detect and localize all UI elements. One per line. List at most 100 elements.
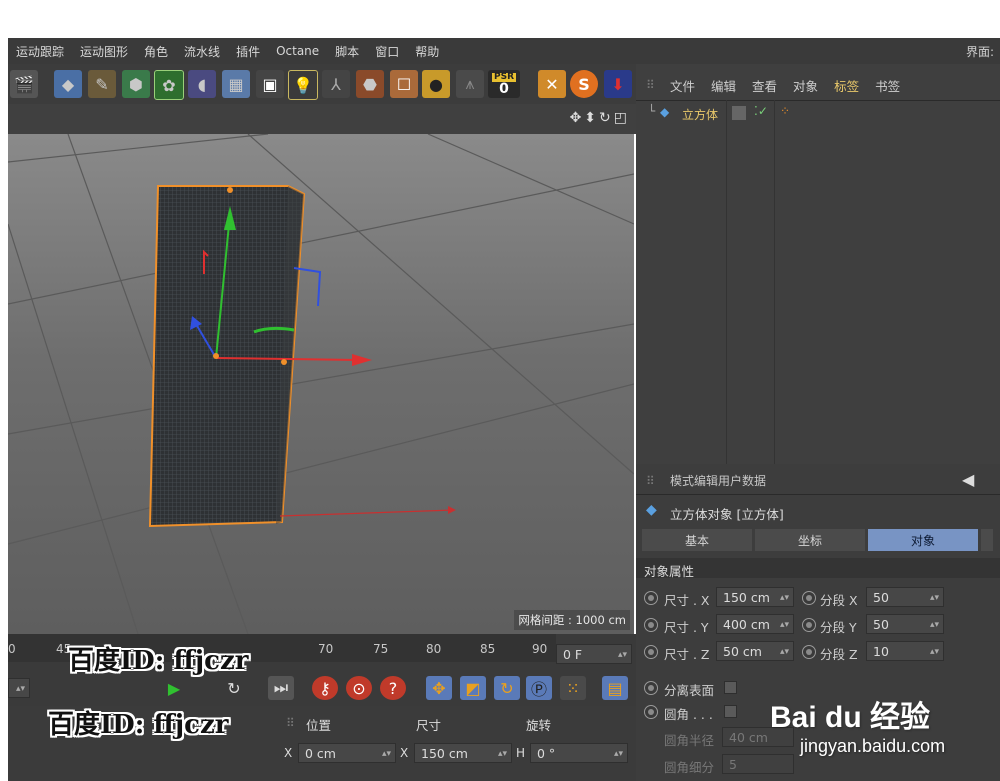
menu-help[interactable]: 帮助 (415, 43, 439, 60)
record-icon[interactable]: ⚷ (312, 676, 338, 700)
point-level-icon[interactable]: ⁙ (560, 676, 586, 700)
floor-grid (8, 134, 634, 634)
clapper-icon[interactable]: 🎬 (10, 70, 38, 98)
size-x-field[interactable]: 150 cm ▴▾ (716, 587, 794, 607)
deformer-icon[interactable]: ◖ (188, 70, 216, 98)
segments-z-field[interactable]: 10 ▴▾ (866, 641, 944, 661)
tab-basic[interactable]: 基本 (642, 529, 752, 551)
animate-radio[interactable] (802, 618, 816, 632)
material-tag-icon[interactable]: ⁘ (780, 104, 790, 118)
grip-icon[interactable]: ⠿ (646, 78, 655, 92)
menu-plugins[interactable]: 插件 (236, 43, 260, 60)
export-icon[interactable]: ⬇ (604, 70, 632, 98)
menu-user-data[interactable]: 用户数据 (718, 472, 766, 489)
menu-edit[interactable]: 编辑 (711, 76, 736, 95)
menu-pipeline[interactable]: 流水线 (184, 43, 220, 60)
floor-icon[interactable]: ▦ (222, 70, 250, 98)
timeline-tick: 70 (318, 642, 334, 656)
separate-surfaces-checkbox[interactable] (724, 681, 737, 694)
fillet-subdivision-field[interactable]: 5 (722, 754, 794, 774)
size-y-field[interactable]: 400 cm ▴▾ (716, 614, 794, 634)
scale-key-icon[interactable]: ◩ (460, 676, 486, 700)
animate-radio[interactable] (644, 618, 658, 632)
tab-more[interactable] (981, 529, 993, 551)
menu-file[interactable]: 文件 (670, 76, 695, 95)
joint-icon[interactable]: ⅄ (322, 70, 350, 98)
loop-icon[interactable]: ↻ (222, 676, 246, 700)
menu-window[interactable]: 窗口 (375, 43, 399, 60)
attributes-title: 立方体对象 [立方体] (670, 507, 784, 522)
size-x-coord-field[interactable]: 150 cm ▴▾ (414, 743, 512, 763)
play-icon[interactable]: ▶ (162, 676, 186, 700)
move-key-icon[interactable]: ✥ (426, 676, 452, 700)
tab-coord[interactable]: 坐标 (755, 529, 865, 551)
fillet-checkbox[interactable] (724, 705, 737, 718)
menu-edit-attr[interactable]: 编辑 (694, 472, 718, 489)
layer-icon[interactable] (732, 106, 746, 120)
menu-bookmarks[interactable]: 书签 (875, 76, 900, 95)
tree-branch-icon: └ (648, 104, 656, 118)
film-icon[interactable]: ▤ (602, 676, 628, 700)
camera-icon[interactable]: ▣ (256, 70, 284, 98)
segments-x-label: 分段 X (820, 593, 858, 608)
divider (636, 100, 1000, 101)
baidu-id-watermark: 百度ID: ffjczr (68, 646, 249, 676)
object-name[interactable]: 立方体 (682, 106, 718, 123)
3d-viewport[interactable]: 网格间距 : 1000 cm (8, 134, 634, 634)
cube-object-icon: ◆ (660, 105, 670, 119)
psr-counter[interactable]: PSR 0 (488, 70, 520, 98)
s-plugin-icon[interactable]: S (570, 70, 598, 98)
menu-mode[interactable]: 模式 (670, 472, 694, 489)
menu-octane[interactable]: Octane (276, 44, 319, 58)
animate-radio[interactable] (644, 645, 658, 659)
back-arrow-icon[interactable]: ◀ (962, 470, 974, 489)
menu-view[interactable]: 查看 (752, 76, 777, 95)
subdivision-icon[interactable]: ⬢ (122, 70, 150, 98)
render-icon[interactable]: ⬣ (356, 70, 384, 98)
rotation-h-field[interactable]: 0 ° ▴▾ (530, 743, 628, 763)
fillet-subdivision-label: 圆角细分 (664, 760, 715, 775)
layout-label[interactable]: 界面: (966, 43, 994, 60)
animate-radio[interactable] (802, 591, 816, 605)
animate-radio[interactable] (644, 681, 658, 695)
picture-viewer-icon[interactable]: ☐ (390, 70, 418, 98)
cloner-icon[interactable]: ✿ (154, 70, 184, 100)
xyz-coords-icon[interactable]: ● (422, 70, 450, 98)
menu-mograph[interactable]: 运动图形 (80, 43, 128, 60)
attributes-menu: 模式 编辑 用户数据 (670, 472, 766, 489)
column-divider (774, 100, 775, 464)
keyframe-help-icon[interactable]: ? (380, 676, 406, 700)
current-frame-field[interactable]: 0 F ▴▾ (556, 644, 632, 664)
animate-radio[interactable] (644, 591, 658, 605)
grip-icon[interactable]: ⠿ (646, 474, 655, 488)
grip-icon[interactable]: ⠿ (286, 716, 295, 730)
animate-radio[interactable] (644, 705, 658, 719)
menu-motion-tracking[interactable]: 运动跟踪 (16, 43, 64, 60)
grid-spacing-label: 网格间距 : 1000 cm (514, 610, 630, 630)
cube-icon[interactable]: ◆ (54, 70, 82, 98)
character-pose-icon[interactable]: ⩚ (456, 70, 484, 98)
position-x-field[interactable]: 0 cm ▴▾ (298, 743, 396, 763)
section-header: 对象属性 (636, 558, 1000, 579)
menu-script[interactable]: 脚本 (335, 43, 359, 60)
animate-radio[interactable] (802, 645, 816, 659)
autokey-icon[interactable]: ⊙ (346, 676, 372, 700)
menu-object[interactable]: 对象 (793, 76, 818, 95)
light-icon[interactable]: 💡 (288, 70, 318, 100)
last-frame-icon[interactable]: ⏭ (268, 676, 294, 700)
menu-character[interactable]: 角色 (144, 43, 168, 60)
menu-tags[interactable]: 标签 (834, 76, 859, 95)
segments-x-field[interactable]: 50 ▴▾ (866, 587, 944, 607)
size-z-field[interactable]: 50 cm ▴▾ (716, 641, 794, 661)
rotate-key-icon[interactable]: ↻ (494, 676, 520, 700)
segments-y-field[interactable]: 50 ▴▾ (866, 614, 944, 634)
start-frame-field[interactable]: ▴▾ (8, 678, 30, 698)
pen-icon[interactable]: ✎ (88, 70, 116, 98)
snap-icon[interactable]: ✕ (538, 70, 566, 98)
viewport-nav-icons[interactable]: ✥⬍↻◰ (570, 110, 630, 126)
tab-object[interactable]: 对象 (868, 529, 978, 551)
param-key-icon[interactable]: Ⓟ (526, 676, 552, 700)
object-row[interactable]: └ ◆ 立方体 ⁚✓ ⁘ (644, 102, 992, 126)
rot-h-label: H (516, 746, 526, 760)
enabled-check-icon[interactable]: ⁚✓ (754, 104, 768, 118)
